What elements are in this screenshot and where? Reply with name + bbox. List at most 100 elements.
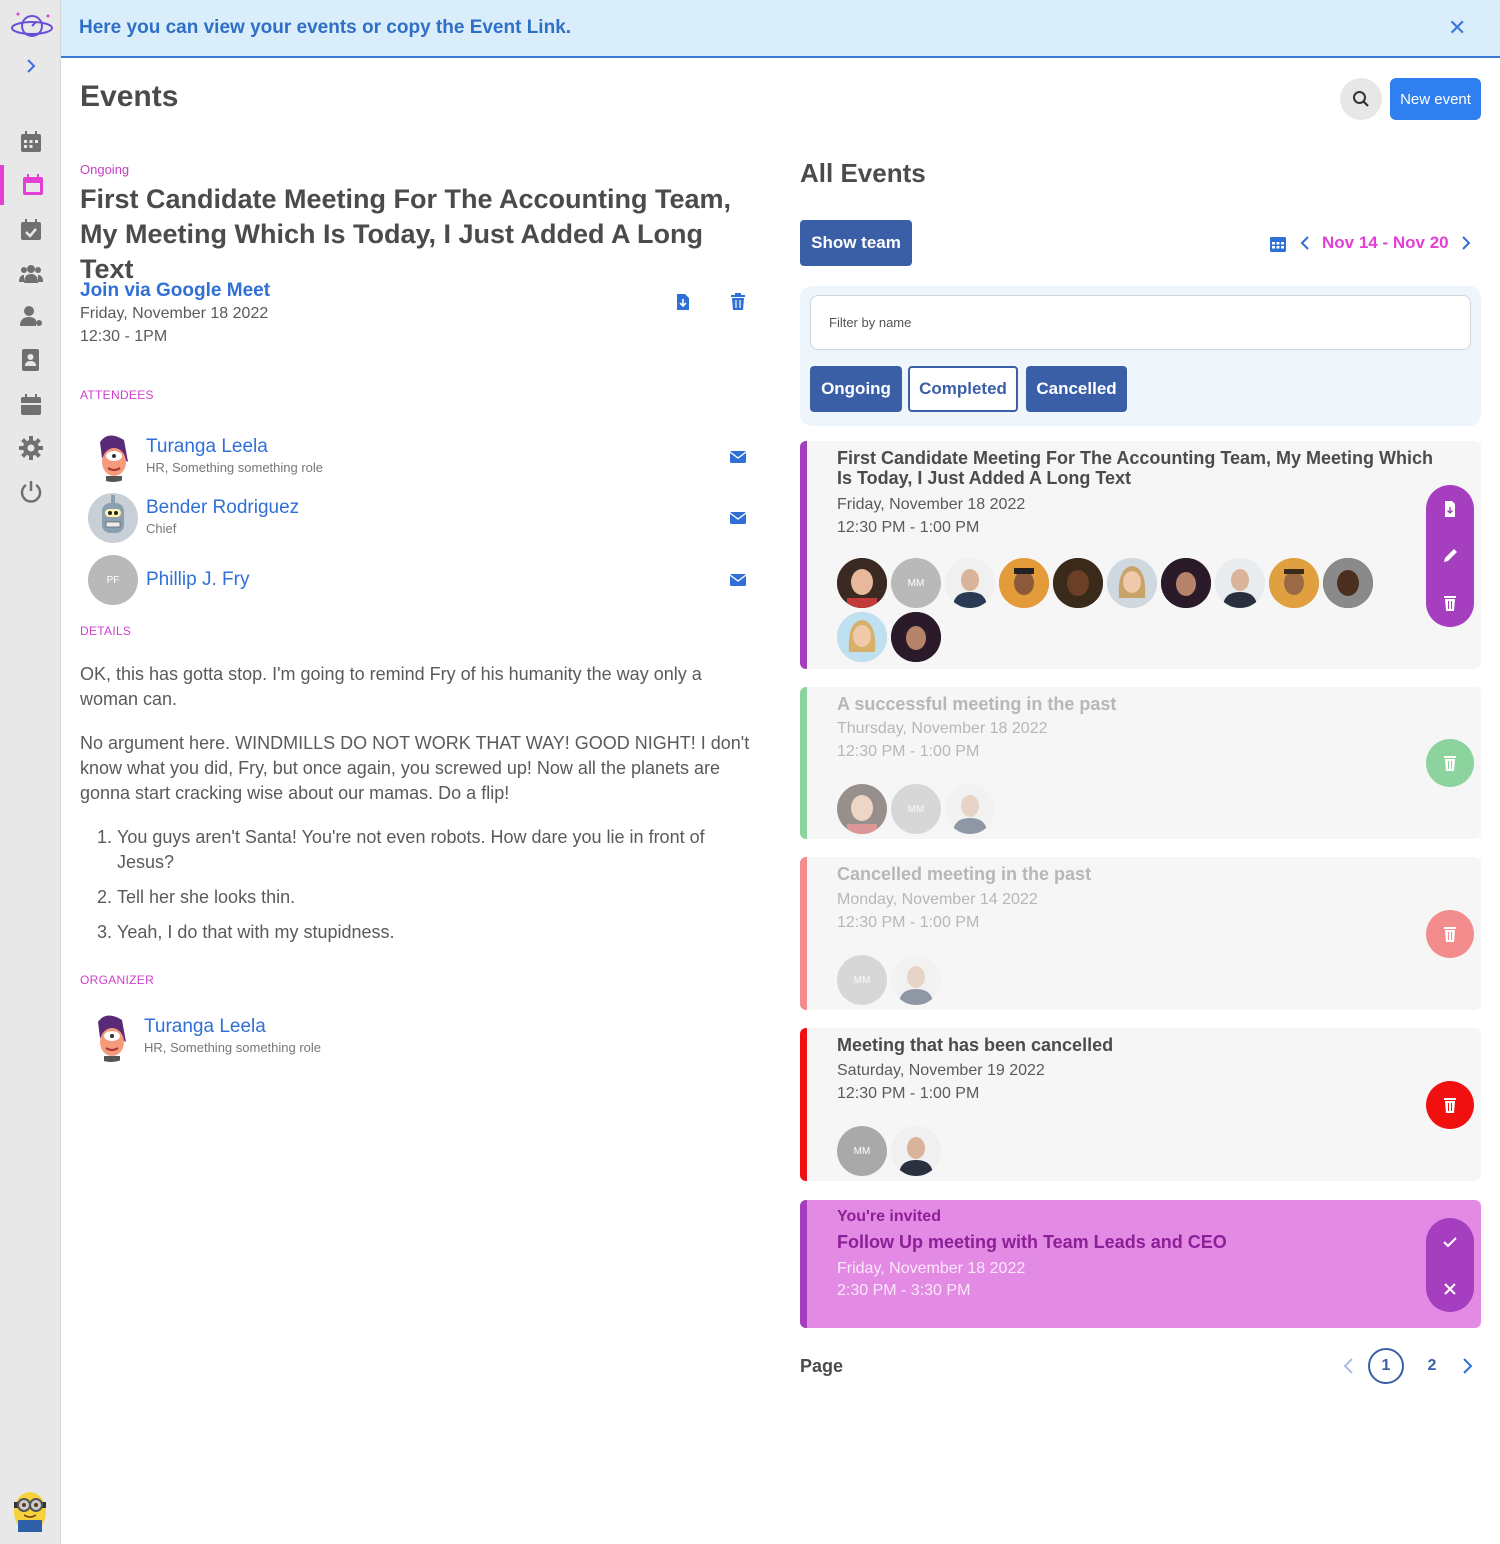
event-card-title: Meeting that has been cancelled bbox=[837, 1035, 1114, 1055]
filter-by-name-input[interactable]: Filter by name bbox=[810, 295, 1471, 350]
attendee-name[interactable]: Phillip J. Fry bbox=[146, 569, 249, 591]
event-avatars: MM bbox=[837, 558, 1397, 662]
sidebar-item-teams[interactable] bbox=[0, 253, 61, 293]
search-button[interactable] bbox=[1340, 78, 1382, 120]
filter-cancelled-button[interactable]: Cancelled bbox=[1026, 366, 1127, 412]
event-card-title: First Candidate Meeting For The Accounti… bbox=[837, 448, 1434, 488]
attendee-item: PF Phillip J. Fry bbox=[88, 555, 748, 605]
chevron-right-icon[interactable] bbox=[1456, 1356, 1478, 1376]
week-label: Nov 14 - Nov 20 bbox=[1322, 233, 1449, 252]
organizer-label: ORGANIZER bbox=[80, 973, 155, 987]
event-card-date: Thursday, November 18 2022 bbox=[837, 720, 1048, 737]
avatar bbox=[891, 612, 941, 662]
envelope-icon[interactable] bbox=[730, 573, 746, 587]
sidebar bbox=[0, 0, 61, 1544]
avatar bbox=[1269, 558, 1319, 608]
banner-text: Here you can view your events or copy th… bbox=[79, 17, 572, 38]
trash-icon[interactable] bbox=[1441, 754, 1459, 772]
event-card[interactable]: Meeting that has been cancelled Saturday… bbox=[800, 1028, 1481, 1181]
trash-icon[interactable] bbox=[729, 293, 747, 311]
chevron-right-icon[interactable] bbox=[22, 56, 40, 76]
event-card-title: Cancelled meeting in the past bbox=[837, 864, 1092, 884]
sidebar-item-calendar[interactable] bbox=[0, 122, 61, 162]
attendee-item: Turanga Leela HR, Something something ro… bbox=[88, 432, 748, 482]
page-button-1[interactable]: 1 bbox=[1368, 1348, 1404, 1384]
sidebar-item-events[interactable] bbox=[0, 165, 61, 205]
envelope-icon[interactable] bbox=[730, 450, 746, 464]
join-meet-link[interactable]: Join via Google Meet bbox=[80, 280, 270, 302]
page-button-2[interactable]: 2 bbox=[1414, 1348, 1450, 1384]
pagination: 1 2 bbox=[1338, 1348, 1478, 1384]
chevron-left-icon[interactable] bbox=[1300, 235, 1310, 251]
sidebar-item-tasks[interactable] bbox=[0, 210, 61, 250]
avatar bbox=[999, 558, 1049, 608]
invite-card[interactable]: You're invited Follow Up meeting with Te… bbox=[800, 1200, 1481, 1328]
planet-logo-icon[interactable] bbox=[10, 8, 54, 44]
sidebar-item-settings[interactable] bbox=[0, 428, 61, 468]
avatar-initials: MM bbox=[891, 558, 941, 608]
user-avatar[interactable] bbox=[8, 1486, 52, 1534]
trash-icon[interactable] bbox=[1441, 594, 1459, 612]
filter-ongoing-button[interactable]: Ongoing bbox=[810, 366, 902, 412]
organizer-name[interactable]: Turanga Leela bbox=[144, 1016, 266, 1038]
show-team-button[interactable]: Show team bbox=[800, 220, 912, 266]
page-label: Page bbox=[800, 1356, 844, 1376]
organizer-item: Turanga Leela HR, Something something ro… bbox=[86, 1012, 746, 1062]
list-item: Tell her she looks thin. bbox=[117, 885, 750, 910]
invite-date: Friday, November 18 2022 bbox=[837, 1260, 1026, 1277]
avatar bbox=[837, 612, 887, 662]
attendee-name[interactable]: Bender Rodriguez bbox=[146, 497, 299, 519]
event-card[interactable]: Cancelled meeting in the past Monday, No… bbox=[800, 857, 1481, 1010]
avatar-initials: MM bbox=[837, 955, 887, 1005]
calendar-minus-icon bbox=[20, 394, 41, 415]
calendar-icon[interactable] bbox=[1270, 235, 1286, 252]
new-event-button[interactable]: New event bbox=[1390, 78, 1481, 120]
avatar bbox=[1161, 558, 1211, 608]
users-icon bbox=[18, 265, 43, 283]
event-card[interactable]: First Candidate Meeting For The Accounti… bbox=[800, 441, 1481, 669]
event-title: First Candidate Meeting For The Accounti… bbox=[80, 184, 732, 284]
invite-actions bbox=[1426, 1218, 1474, 1312]
list-item: Yeah, I do that with my stupidness. bbox=[117, 920, 750, 945]
avatar bbox=[891, 955, 941, 1005]
filter-completed-button[interactable]: Completed bbox=[908, 366, 1018, 412]
sidebar-item-users[interactable] bbox=[0, 296, 61, 336]
event-time: 12:30 - 1PM bbox=[80, 328, 168, 345]
chevron-right-icon[interactable] bbox=[1461, 235, 1471, 251]
check-icon[interactable] bbox=[1441, 1233, 1459, 1251]
search-icon bbox=[1353, 91, 1369, 107]
event-card[interactable]: A successful meeting in the past Thursda… bbox=[800, 687, 1481, 839]
file-download-icon[interactable] bbox=[1441, 500, 1459, 518]
gear-icon bbox=[18, 436, 43, 460]
invite-title: Follow Up meeting with Team Leads and CE… bbox=[837, 1232, 1227, 1252]
details-paragraph: No argument here. WINDMILLS DO NOT WORK … bbox=[80, 733, 750, 803]
attendee-role: HR, Something something role bbox=[146, 460, 324, 475]
event-actions bbox=[1426, 485, 1474, 627]
file-download-icon[interactable] bbox=[674, 293, 692, 311]
close-icon[interactable] bbox=[1441, 1280, 1459, 1298]
attendee-item: Bender Rodriguez Chief bbox=[88, 493, 748, 543]
trash-icon[interactable] bbox=[1441, 925, 1459, 943]
pencil-icon[interactable] bbox=[1441, 547, 1459, 565]
trash-icon[interactable] bbox=[1441, 1096, 1459, 1114]
avatar bbox=[837, 558, 887, 608]
avatar bbox=[88, 493, 138, 543]
avatar bbox=[1323, 558, 1373, 608]
address-book-icon bbox=[21, 349, 39, 371]
event-date: Friday, November 18 2022 bbox=[80, 305, 269, 322]
power-icon bbox=[20, 481, 41, 503]
attendee-name[interactable]: Turanga Leela bbox=[146, 436, 268, 458]
all-events-title: All Events bbox=[800, 158, 926, 188]
sidebar-item-logout[interactable] bbox=[0, 472, 61, 512]
event-card-time: 12:30 PM - 1:00 PM bbox=[837, 914, 980, 931]
envelope-icon[interactable] bbox=[730, 511, 746, 525]
sidebar-item-contacts[interactable] bbox=[0, 340, 61, 380]
organizer-role: HR, Something something role bbox=[144, 1040, 322, 1055]
sidebar-item-schedule[interactable] bbox=[0, 385, 61, 425]
close-icon[interactable]: ✕ bbox=[1448, 17, 1466, 39]
event-avatars: MM bbox=[837, 1126, 1397, 1176]
avatar bbox=[891, 1126, 941, 1176]
event-card-time: 12:30 PM - 1:00 PM bbox=[837, 1085, 980, 1102]
avatar-initials: MM bbox=[837, 1126, 887, 1176]
chevron-left-icon[interactable] bbox=[1338, 1356, 1360, 1376]
